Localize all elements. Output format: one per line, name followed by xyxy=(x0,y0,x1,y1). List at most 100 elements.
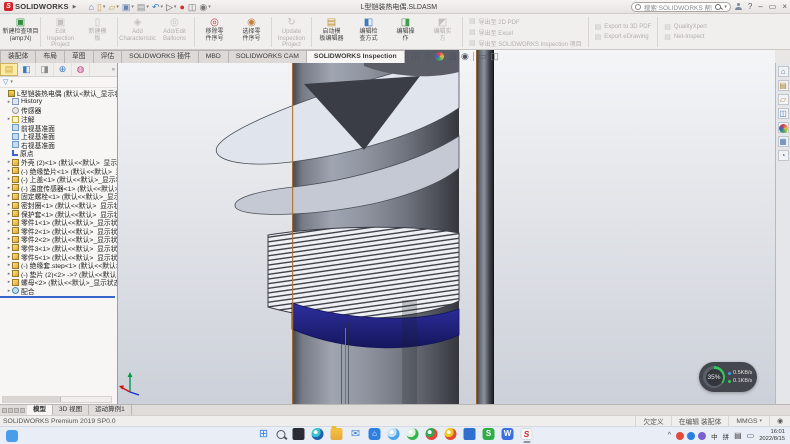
propertymanager-tab[interactable]: ◧ xyxy=(18,63,36,76)
tree-item[interactable]: ▸(-) 上盖<1> (默认<<默认>_显示状 xyxy=(0,175,117,184)
tree-item[interactable]: ▸零件2<1> (默认<<默认>_显示状 xyxy=(0,227,117,236)
display-style-icon[interactable]: ◫ xyxy=(411,51,420,62)
filter-caret-icon[interactable]: ▾ xyxy=(10,79,13,85)
select-icon[interactable]: ▷▾ xyxy=(166,2,176,12)
edit-inspection-project-button[interactable]: ▣Edit Inspection Project xyxy=(42,15,79,49)
export-item-button[interactable]: ▤导出至 2D PDF xyxy=(469,17,582,26)
touch-keyboard-icon[interactable]: ▤ xyxy=(734,431,742,440)
save-icon[interactable]: ▣▾ xyxy=(122,2,134,12)
tree-item[interactable]: ▸零件3<1> (默认<<默认>_显示状 xyxy=(0,244,117,253)
tree-item[interactable]: ▸固定螺栓<1> (默认<<默认>_显示 xyxy=(0,192,117,201)
dropdown-caret-icon[interactable]: ▾ xyxy=(131,2,134,12)
dropdown-caret-icon[interactable]: ▾ xyxy=(146,2,149,12)
tree-item[interactable]: ▸零件2<2> (默认<<默认>_显示状 xyxy=(0,235,117,244)
configurationmanager-tab[interactable]: ◨ xyxy=(36,63,54,76)
appearances-icon[interactable] xyxy=(778,122,789,133)
search-button[interactable] xyxy=(277,429,286,442)
tree-item[interactable]: ▸(-) 垫片 (2)<2> ->? (默认<<默认 xyxy=(0,269,117,278)
display-cast-icon[interactable]: ▭ xyxy=(747,431,755,440)
rebuild-icon[interactable]: ● xyxy=(179,2,184,12)
print-icon[interactable]: ▤▾ xyxy=(137,2,149,12)
select-balloons-button[interactable]: ◉选择零 件序号 xyxy=(233,15,270,49)
edit-inspection-methods-button[interactable]: ◧编辑检 查方式 xyxy=(350,15,387,49)
view-palette-icon[interactable]: ◫ xyxy=(778,108,789,119)
tree-item[interactable]: 上视基准面 xyxy=(0,132,117,141)
tree-item[interactable]: ▸(-) 绝缘套.step<1> (默认<<默认> xyxy=(0,261,117,270)
tree-item[interactable]: ▸密封圈<1> (默认<<默认>_显示状 xyxy=(0,201,117,210)
tree-item[interactable]: ▸保护套<1> (默认<<默认>_显示状 xyxy=(0,209,117,218)
export-item-button[interactable]: ▤导出至 SOLIDWORKS Inspection 项目 xyxy=(469,39,582,48)
launch-template-editor-button[interactable]: ▤启动模 板编辑器 xyxy=(313,15,350,49)
tree-item[interactable]: ▸(-) 温度传感器<1> (默认<<默认>_ xyxy=(0,184,117,193)
rollback-bar[interactable] xyxy=(0,296,115,298)
tree-item[interactable]: ▸注解 xyxy=(0,115,117,124)
units-selector[interactable]: MMGS ▾ xyxy=(728,416,769,426)
file-explorer-icon[interactable]: ▱ xyxy=(778,94,789,105)
tab-SOLIDWORKS CAM[interactable]: SOLIDWORKS CAM xyxy=(229,50,307,63)
tab-评估[interactable]: 评估 xyxy=(94,50,123,63)
remove-balloons-button[interactable]: ◎移除零 件序号 xyxy=(196,15,233,49)
dropdown-caret-icon[interactable]: ▾ xyxy=(160,2,163,12)
dimxpertmanager-tab[interactable]: ⊕ xyxy=(54,63,72,76)
task-view-button[interactable] xyxy=(293,428,305,443)
inspect-item-button[interactable]: ▤Net-Inspect xyxy=(664,33,707,41)
ime-language-button[interactable]: 中 xyxy=(711,431,718,441)
doc-tab-模型[interactable]: 模型 xyxy=(27,405,53,415)
display-pane-icon[interactable]: ◫ xyxy=(490,51,499,62)
add-edit-balloons-button[interactable]: ◎Add/Edit Balloons xyxy=(156,15,193,49)
tray-app-red-icon[interactable] xyxy=(676,432,684,440)
tree-item[interactable]: ▸(-) 绝缘垫片<1> (默认<<默认>_显 xyxy=(0,166,117,175)
tree-item[interactable]: ▸配合 xyxy=(0,287,117,296)
tab-草图[interactable]: 草图 xyxy=(65,50,94,63)
displaymanager-tab[interactable]: ◍ xyxy=(72,63,90,76)
new-doc-icon[interactable]: ▯▾ xyxy=(97,2,105,12)
restore-button[interactable]: ▭ xyxy=(769,2,777,11)
tab-布局[interactable]: 布局 xyxy=(36,50,65,63)
tree-item[interactable]: ▸零件5<1> (默认<<默认>_显示状 xyxy=(0,252,117,261)
tray-shield-icon[interactable] xyxy=(698,432,706,440)
browser-green-icon[interactable] xyxy=(407,428,419,443)
status-options-icon[interactable]: ◉ xyxy=(769,416,790,426)
dropdown-caret-icon[interactable]: ▾ xyxy=(208,2,211,12)
browser-multi-icon[interactable] xyxy=(426,428,438,443)
view-settings-icon[interactable]: ◉ xyxy=(461,51,469,62)
store-icon[interactable]: ⌂ xyxy=(369,428,381,443)
hide-show-items-icon[interactable]: ◎ xyxy=(424,51,432,62)
comment-icon[interactable]: ▭ xyxy=(478,51,487,62)
graphics-viewport[interactable]: ◳◱◧▦◫◎▧◉▭◫ 35% 0.5KB/s0.1KB/s xyxy=(118,50,775,404)
display-pane-icon[interactable]: ◫ xyxy=(188,2,197,12)
tree-item[interactable]: ▸History xyxy=(0,98,117,107)
hidden-icons-chevron[interactable]: ^ xyxy=(668,432,671,439)
update-inspection-project-button[interactable]: ↻Update Inspection Project xyxy=(273,15,310,49)
menu-flyout-icon[interactable]: ▶ xyxy=(73,4,77,10)
tree-item[interactable]: 右视基准面 xyxy=(0,141,117,150)
mail-icon[interactable]: ✉ xyxy=(350,428,362,443)
close-button[interactable]: × xyxy=(782,2,787,11)
start-button[interactable]: ⊞ xyxy=(258,428,270,443)
edit-operations-button[interactable]: ◨编辑操 作 xyxy=(387,15,424,49)
edit-appearance-icon[interactable] xyxy=(435,52,444,61)
panel-horizontal-scrollbar[interactable] xyxy=(2,396,112,403)
file-explorer-icon[interactable] xyxy=(331,428,343,443)
open-icon[interactable]: ▱▾ xyxy=(108,2,118,12)
search-input[interactable]: 搜索 SOLIDWORKS 帮助 ▾ xyxy=(631,2,731,12)
tab-SOLIDWORKS 插件[interactable]: SOLIDWORKS 插件 xyxy=(122,50,199,63)
home-icon[interactable]: ⌂ xyxy=(89,2,94,12)
wps-icon[interactable]: W xyxy=(502,428,514,443)
dropdown-caret-icon[interactable]: ▾ xyxy=(103,2,106,12)
new-template-button[interactable]: ▯新建模 板 xyxy=(79,15,116,49)
taskbar-clock[interactable]: 16:01 2022/8/15 xyxy=(759,429,785,442)
app-s-icon[interactable]: S xyxy=(483,428,495,443)
doc-tab-3D 视图[interactable]: 3D 视图 xyxy=(53,405,89,415)
search-icon[interactable] xyxy=(715,4,721,10)
undo-icon[interactable]: ↶▾ xyxy=(152,2,163,12)
tree-item[interactable]: ▸外壳 (2)<1> (默认<<默认>_显示状 xyxy=(0,158,117,167)
apply-scene-icon[interactable]: ▧ xyxy=(448,51,457,62)
tab-装配体[interactable]: 装配体 xyxy=(0,50,36,63)
login-user-icon[interactable] xyxy=(735,3,742,10)
weather-icon[interactable] xyxy=(388,428,400,443)
search-caret-icon[interactable]: ▾ xyxy=(724,4,727,10)
edit-custom-button[interactable]: ◩编辑实 方 xyxy=(424,15,461,49)
widgets-button[interactable] xyxy=(6,430,18,442)
tree-item[interactable]: 原点 xyxy=(0,149,117,158)
